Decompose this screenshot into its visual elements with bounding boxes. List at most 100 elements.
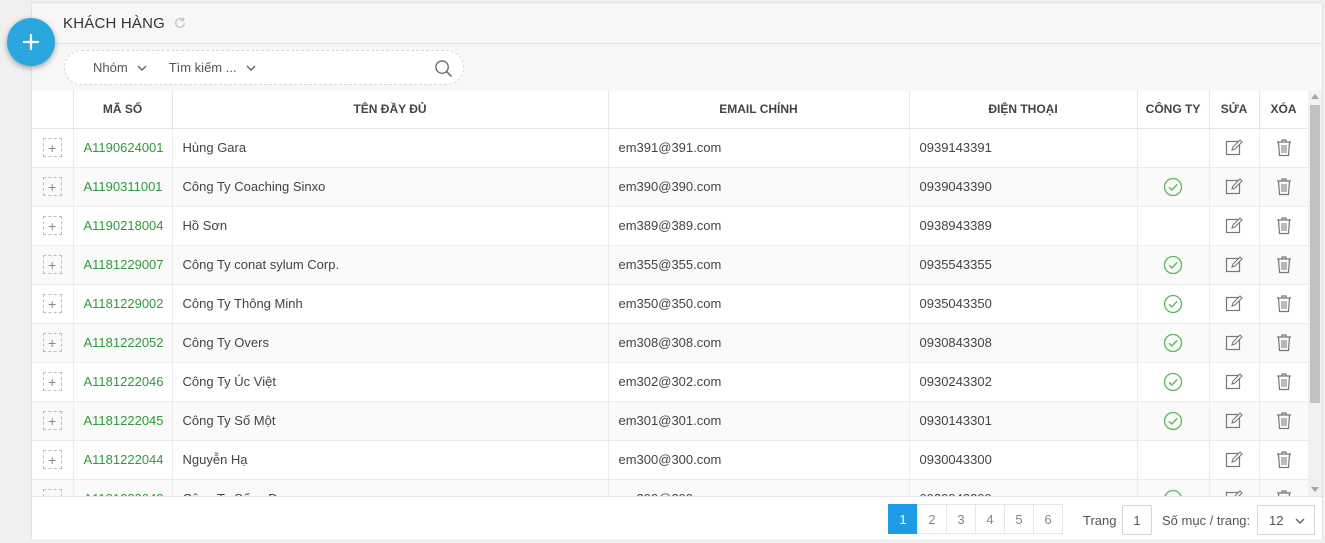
edit-icon[interactable] (1225, 138, 1243, 157)
table-row[interactable]: + A1181229007 Công Ty conat sylum Corp. em3… (32, 245, 1308, 285)
edit-icon[interactable] (1225, 294, 1243, 313)
edit-cell (1209, 167, 1260, 207)
trash-icon[interactable] (1275, 411, 1293, 430)
plus-box-icon[interactable]: + (42, 294, 62, 313)
table-scrollbar[interactable] (1308, 91, 1322, 496)
customer-code[interactable]: A1190218004 (73, 206, 173, 246)
customer-email: em302@302.com (608, 362, 910, 402)
table-row[interactable]: + A1181222052 Công Ty Overs em308@308.com 09… (32, 323, 1308, 363)
customer-code[interactable]: A1181222046 (73, 362, 173, 402)
edit-icon[interactable] (1225, 489, 1243, 496)
table-row[interactable]: + A1190311001 Công Ty Coaching Sinxo em390@… (32, 167, 1308, 207)
column-header-email[interactable]: EMAIL CHÍNH (608, 91, 910, 129)
panel-header: KHÁCH HÀNG (32, 3, 1322, 44)
company-flag-cell (1137, 323, 1210, 363)
trash-icon[interactable] (1275, 216, 1293, 235)
plus-box-icon[interactable]: + (42, 372, 62, 391)
check-circle-icon (1164, 489, 1182, 496)
expand-cell: + (32, 440, 74, 480)
plus-box-icon[interactable]: + (42, 138, 62, 157)
scroll-up-arrow[interactable] (1311, 94, 1319, 99)
customer-code[interactable]: A1190624001 (73, 128, 173, 168)
delete-cell (1259, 284, 1308, 324)
customer-phone: 0930143301 (909, 401, 1138, 441)
chevron-down-icon (246, 65, 256, 71)
edit-icon[interactable] (1225, 177, 1243, 196)
trash-icon[interactable] (1275, 294, 1293, 313)
customer-phone: 0939143391 (909, 128, 1138, 168)
company-flag-cell (1137, 401, 1210, 441)
search-field-dropdown[interactable]: Tìm kiếm ... (169, 60, 256, 75)
plus-box-icon[interactable]: + (42, 489, 62, 496)
plus-box-icon[interactable]: + (42, 450, 62, 469)
trash-icon[interactable] (1275, 450, 1293, 469)
check-circle-icon (1163, 177, 1183, 196)
page-button-1[interactable]: 1 (888, 504, 918, 534)
customer-email: em391@391.com (608, 128, 910, 168)
edit-icon[interactable] (1225, 411, 1243, 430)
column-header-name[interactable]: TÊN ĐẦY ĐỦ (172, 91, 609, 129)
table-row[interactable]: + A1181222044 Nguyễn Hạ em300@300.com 093004… (32, 440, 1308, 480)
table-row[interactable]: + A1190218004 Hồ Sơn em389@389.com 093894338… (32, 206, 1308, 246)
customer-code[interactable]: A1181222052 (73, 323, 173, 363)
table-row[interactable]: + A1181222046 Công Ty Úc Việt em302@302.com… (32, 362, 1308, 402)
edit-icon[interactable] (1225, 450, 1243, 469)
column-header-delete: XÓA (1259, 91, 1308, 129)
edit-cell (1209, 323, 1260, 363)
edit-cell (1209, 440, 1260, 480)
plus-box-icon[interactable]: + (42, 255, 62, 274)
customer-phone: 0930043300 (909, 440, 1138, 480)
customer-email: em390@390.com (608, 167, 910, 207)
customer-email: em301@301.com (608, 401, 910, 441)
trash-icon[interactable] (1275, 333, 1293, 352)
table-row[interactable]: + A1190624001 Hùng Gara em391@391.com 093914… (32, 128, 1308, 168)
table-row[interactable]: + A1181222045 Công Ty Số Một em301@301.com 0… (32, 401, 1308, 441)
customer-code[interactable]: A1181229002 (73, 284, 173, 324)
trash-icon[interactable] (1275, 372, 1293, 391)
page-button-5[interactable]: 5 (1004, 504, 1034, 534)
per-page-select[interactable]: 12 (1257, 505, 1315, 535)
edit-icon[interactable] (1225, 255, 1243, 274)
search-icon[interactable] (434, 59, 453, 78)
table-row[interactable]: + A1181229002 Công Ty Thông Minh em350@350.… (32, 284, 1308, 324)
scroll-thumb[interactable] (1310, 105, 1320, 403)
delete-cell (1259, 479, 1308, 496)
customer-code[interactable]: A1181222045 (73, 401, 173, 441)
per-page-value: 12 (1269, 512, 1284, 528)
page-button-2[interactable]: 2 (917, 504, 947, 534)
page-button-4[interactable]: 4 (975, 504, 1005, 534)
column-header-phone[interactable]: ĐIỆN THOẠI (909, 91, 1138, 129)
customer-code[interactable]: A1181229007 (73, 245, 173, 285)
page-button-6[interactable]: 6 (1033, 504, 1063, 534)
column-header-company[interactable]: CÔNG TY (1137, 91, 1210, 129)
table-row[interactable]: + A1181222043Công Ty Sống Đẹpem299@299.co… (32, 479, 1308, 496)
customer-name: Công Ty Số Một (172, 401, 609, 441)
customer-code[interactable]: A1181222044 (73, 440, 173, 480)
trash-icon[interactable] (1275, 177, 1293, 196)
trash-icon[interactable] (1275, 138, 1293, 157)
company-flag-cell (1137, 245, 1210, 285)
plus-box-icon[interactable]: + (42, 411, 62, 430)
customer-code[interactable]: A1181222043 (73, 479, 173, 496)
plus-box-icon[interactable]: + (42, 333, 62, 352)
scroll-down-arrow[interactable] (1311, 487, 1319, 492)
page-number-input[interactable]: 1 (1122, 505, 1152, 535)
group-filter-dropdown[interactable]: Nhóm (93, 60, 147, 75)
page-button-3[interactable]: 3 (946, 504, 976, 534)
edit-icon[interactable] (1225, 333, 1243, 352)
add-button[interactable] (7, 18, 55, 66)
customer-email: em308@308.com (608, 323, 910, 363)
customer-code[interactable]: A1190311001 (73, 167, 173, 207)
per-page-label: Số mục / trang: (1162, 513, 1251, 528)
edit-icon[interactable] (1225, 372, 1243, 391)
edit-icon[interactable] (1225, 216, 1243, 235)
plus-box-icon[interactable]: + (42, 216, 62, 235)
trash-icon[interactable] (1275, 255, 1293, 274)
pagination: 123456 (888, 504, 1063, 534)
plus-box-icon[interactable]: + (42, 177, 62, 196)
customer-table-container: MÃ SỐ TÊN ĐẦY ĐỦ EMAIL CHÍNH ĐIỆN THOẠI … (32, 91, 1308, 496)
refresh-icon[interactable] (173, 16, 187, 30)
column-header-code[interactable]: MÃ SỐ (73, 91, 173, 129)
trash-icon[interactable] (1275, 489, 1293, 496)
page-title: KHÁCH HÀNG (63, 14, 166, 32)
